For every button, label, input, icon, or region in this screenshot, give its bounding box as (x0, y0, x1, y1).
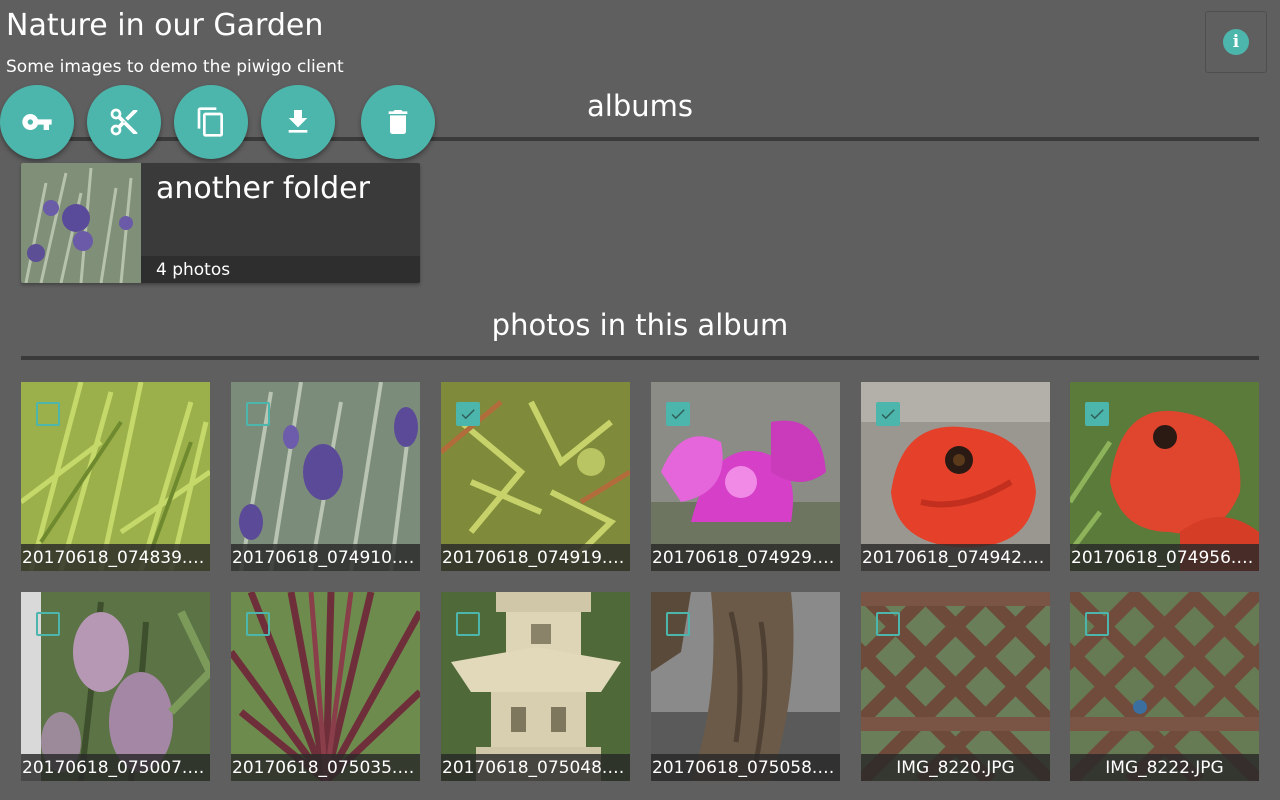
photos-section-title: photos in this album (491, 308, 789, 342)
photo-filename: 20170618_074919.jpg (442, 548, 629, 568)
album-thumbnail (21, 163, 141, 283)
key-icon (22, 114, 52, 130)
select-checkbox[interactable] (666, 402, 690, 426)
photo-tile[interactable]: 20170618_074910.jpg (231, 382, 420, 571)
select-checkbox[interactable] (36, 402, 60, 426)
info-icon: i (1223, 29, 1249, 55)
photo-caption-bar: 20170618_074956.jpg (1070, 544, 1259, 571)
photo-tile[interactable]: IMG_8220.JPG (861, 592, 1050, 781)
photo-tile[interactable]: 20170618_074839.jpg (21, 382, 210, 571)
photo-caption-bar: 20170618_075035.jpg (231, 754, 420, 781)
copy-icon (197, 107, 223, 137)
select-checkbox[interactable] (876, 612, 900, 636)
photo-filename: 20170618_075048.jpg (442, 758, 629, 778)
photo-filename: 20170618_075007.jpg (22, 758, 209, 778)
album-count-bar: 4 photos (141, 256, 420, 283)
photo-caption-bar: IMG_8222.JPG (1070, 754, 1259, 781)
photo-tile[interactable]: IMG_8222.JPG (1070, 592, 1259, 781)
checkmark-icon (1090, 409, 1104, 420)
album-photo-count: 4 photos (156, 260, 231, 280)
photo-caption-bar: IMG_8220.JPG (861, 754, 1050, 781)
checkmark-icon (881, 409, 895, 420)
copy-button[interactable] (174, 85, 248, 159)
select-checkbox[interactable] (876, 402, 900, 426)
photo-filename: IMG_8220.JPG (896, 758, 1015, 778)
permissions-button[interactable] (0, 85, 74, 159)
photo-caption-bar: 20170618_074929.jpg (651, 544, 840, 571)
photo-filename: 20170618_074942.jpg (862, 548, 1049, 568)
photo-filename: 20170618_074929.jpg (652, 548, 839, 568)
delete-button[interactable] (361, 85, 435, 159)
photos-divider (21, 356, 1259, 360)
photo-caption-bar: 20170618_075007.jpg (21, 754, 210, 781)
album-name: another folder (156, 171, 370, 206)
cut-button[interactable] (87, 85, 161, 159)
select-checkbox[interactable] (246, 402, 270, 426)
photo-filename: 20170618_074839.jpg (22, 548, 209, 568)
photo-filename: 20170618_075058.jpg (652, 758, 839, 778)
select-checkbox[interactable] (36, 612, 60, 636)
album-subtitle: Some images to demo the piwigo client (6, 57, 344, 77)
photo-caption-bar: 20170618_074910.jpg (231, 544, 420, 571)
select-checkbox[interactable] (1085, 612, 1109, 636)
album-card[interactable]: another folder 4 photos (21, 163, 420, 283)
photo-tile[interactable]: 20170618_075007.jpg (21, 592, 210, 781)
photo-caption-bar: 20170618_074942.jpg (861, 544, 1050, 571)
photo-tile[interactable]: 20170618_074942.jpg (861, 382, 1050, 571)
checkmark-icon (461, 409, 475, 420)
photo-caption-bar: 20170618_075058.jpg (651, 754, 840, 781)
download-icon (288, 110, 308, 133)
photo-caption-bar: 20170618_074839.jpg (21, 544, 210, 571)
select-checkbox[interactable] (456, 402, 480, 426)
photo-filename: IMG_8222.JPG (1105, 758, 1224, 778)
photo-tile[interactable]: 20170618_074929.jpg (651, 382, 840, 571)
photo-filename: 20170618_074956.jpg (1071, 548, 1258, 568)
photo-filename: 20170618_074910.jpg (232, 548, 419, 568)
select-checkbox[interactable] (1085, 402, 1109, 426)
photo-caption-bar: 20170618_074919.jpg (441, 544, 630, 571)
select-checkbox[interactable] (666, 612, 690, 636)
info-button[interactable]: i (1205, 11, 1267, 73)
photo-tile[interactable]: 20170618_075048.jpg (441, 592, 630, 781)
select-checkbox[interactable] (456, 612, 480, 636)
select-checkbox[interactable] (246, 612, 270, 636)
download-button[interactable] (261, 85, 335, 159)
photo-tile[interactable]: 20170618_074919.jpg (441, 382, 630, 571)
photo-filename: 20170618_075035.jpg (232, 758, 419, 778)
album-title: Nature in our Garden (6, 8, 324, 43)
photo-tile[interactable]: 20170618_075035.jpg (231, 592, 420, 781)
scissors-icon (110, 108, 138, 136)
photo-tile[interactable]: 20170618_075058.jpg (651, 592, 840, 781)
photo-tile[interactable]: 20170618_074956.jpg (1070, 382, 1259, 571)
checkmark-icon (671, 409, 685, 420)
trash-icon (388, 110, 408, 134)
photo-caption-bar: 20170618_075048.jpg (441, 754, 630, 781)
